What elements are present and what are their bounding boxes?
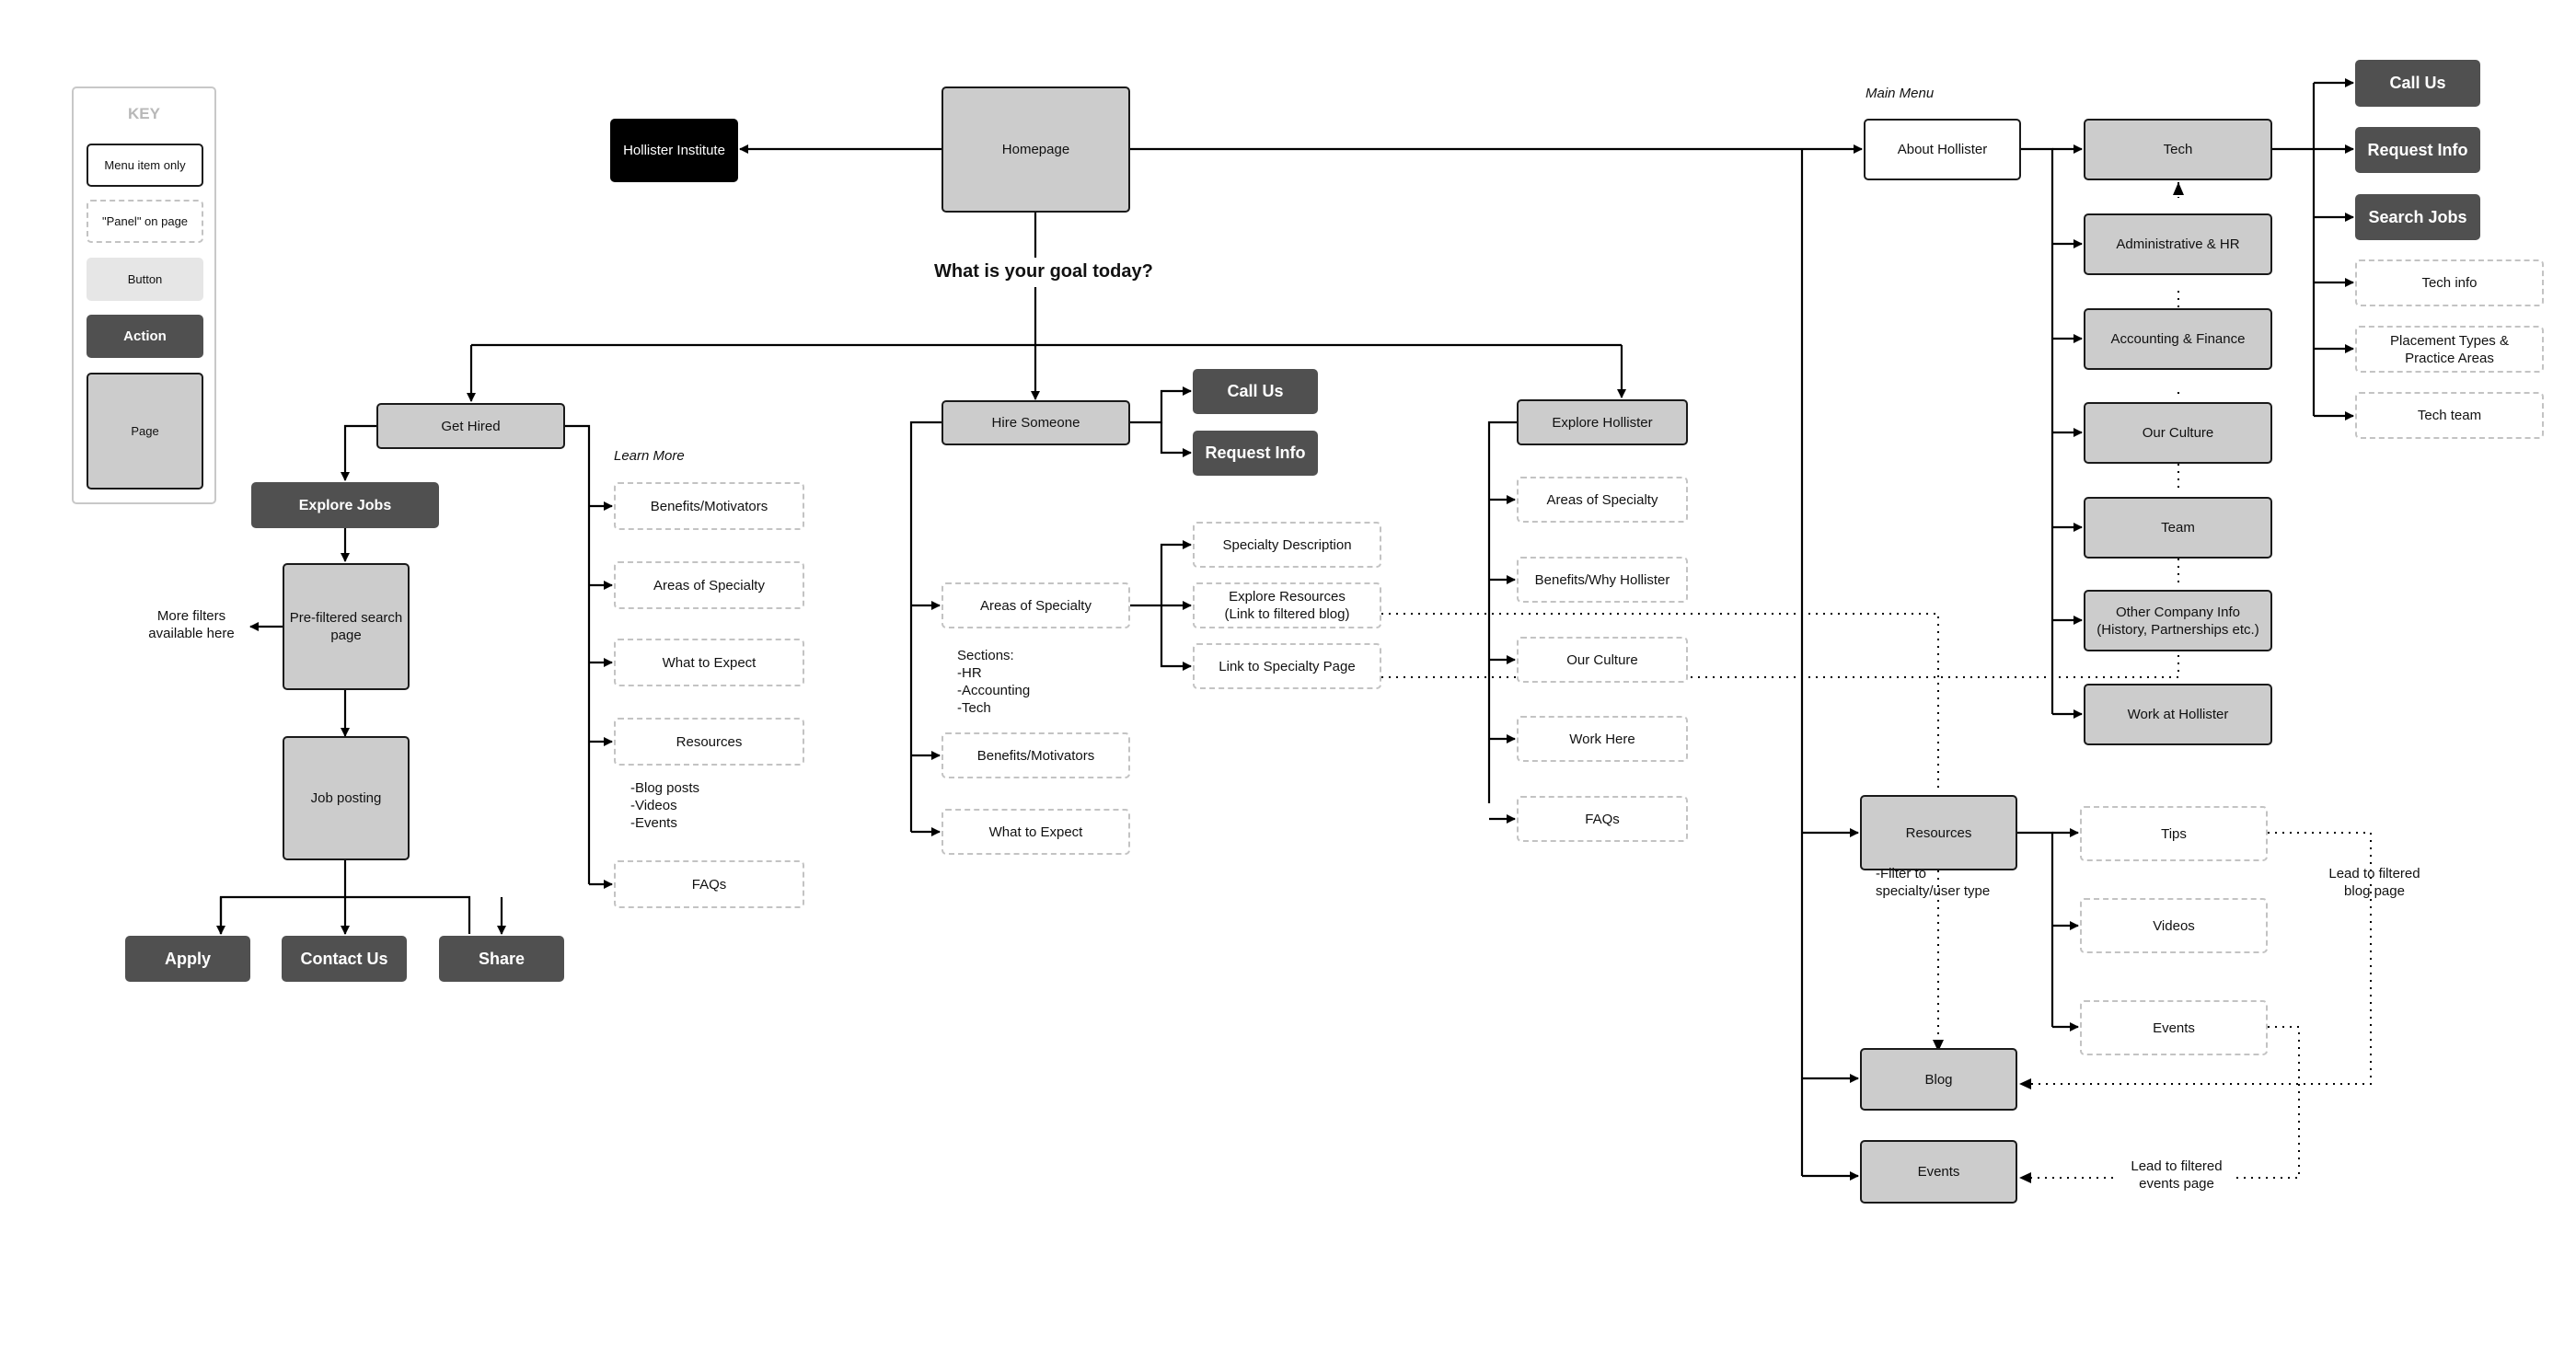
learn-more-label: Learn More [614,448,685,464]
hire-call-us-action[interactable]: Call Us [1193,369,1318,414]
legend-menu-item: Menu item only [87,144,203,187]
gethired-panel-areas[interactable]: Areas of Specialty [614,561,804,609]
tech-search-jobs-action[interactable]: Search Jobs [2355,194,2480,240]
blog-lead-note: Lead to filtered blog page [2328,866,2420,899]
legend-key: KEY Menu item only "Panel" on page Butto… [72,86,216,504]
legend-panel: "Panel" on page [87,200,203,243]
resources-panel-events[interactable]: Events [2080,1000,2268,1055]
dotted-specialty-page-to-about [1381,653,2179,678]
events-page[interactable]: Events [1860,1140,2017,1204]
explore-panel-culture[interactable]: Our Culture [1517,637,1688,683]
resources-panel-videos[interactable]: Videos [2080,898,2268,953]
prefiltered-search-page[interactable]: Pre-filtered search page [283,563,410,690]
tech-request-info-action[interactable]: Request Info [2355,127,2480,173]
specialty-description-panel[interactable]: Specialty Description [1193,522,1381,568]
goal-question: What is your goal today? [932,261,1155,282]
connector-gethired-explorejobs [341,424,376,481]
tech-placement-panel[interactable]: Placement Types & Practice Areas [2355,326,2544,373]
explore-jobs-action[interactable]: Explore Jobs [251,482,439,528]
connector-hire-panels [909,421,941,832]
tech-call-us-action[interactable]: Call Us [2355,60,2480,107]
main-menu-label: Main Menu [1866,86,1935,101]
explore-panel-work-here[interactable]: Work Here [1517,716,1688,762]
about-page-admin-hr[interactable]: Administrative & HR [2084,213,2272,275]
about-page-team[interactable]: Team [2084,497,2272,559]
get-hired-node[interactable]: Get Hired [376,403,565,449]
connector-gethired-learnmore [565,424,591,884]
share-action[interactable]: Share [439,936,564,982]
legend-page: Page [87,373,203,490]
hollister-institute-node[interactable]: Hollister Institute [610,119,738,182]
tech-info-panel[interactable]: Tech info [2355,259,2544,306]
legend-title: KEY [128,105,160,122]
about-page-tech[interactable]: Tech [2084,119,2272,180]
explore-resources-panel[interactable]: Explore Resources (Link to filtered blog… [1193,582,1381,628]
hire-panel-expect[interactable]: What to Expect [941,809,1130,855]
explore-panel-faqs[interactable]: FAQs [1517,796,1688,842]
about-page-culture[interactable]: Our Culture [2084,402,2272,464]
gethired-panel-expect[interactable]: What to Expect [614,639,804,686]
about-hollister-menu[interactable]: About Hollister [1864,119,2021,180]
about-page-work[interactable]: Work at Hollister [2084,684,2272,745]
gethired-panel-faqs[interactable]: FAQs [614,860,804,908]
connector-explore-panels [1487,421,1517,803]
resources-page[interactable]: Resources [1860,795,2017,870]
hire-panel-benefits[interactable]: Benefits/Motivators [941,732,1130,778]
hire-someone-node[interactable]: Hire Someone [941,400,1130,445]
legend-action: Action [87,315,203,358]
resources-note: -Blog posts -Videos -Events [630,780,700,831]
about-page-other-info[interactable]: Other Company Info (History, Partnership… [2084,590,2272,651]
link-specialty-page-panel[interactable]: Link to Specialty Page [1193,643,1381,689]
explore-hollister-node[interactable]: Explore Hollister [1517,399,1688,445]
legend-button: Button [87,258,203,301]
tech-team-panel[interactable]: Tech team [2355,392,2544,439]
contact-us-action[interactable]: Contact Us [282,936,407,982]
events-lead-note: Lead to filtered events page [2117,1158,2236,1192]
gethired-panel-resources[interactable]: Resources [614,718,804,766]
hire-request-info-action[interactable]: Request Info [1193,431,1318,476]
job-posting-page[interactable]: Job posting [283,736,410,860]
blog-page[interactable]: Blog [1860,1048,2017,1111]
explore-panel-areas[interactable]: Areas of Specialty [1517,477,1688,523]
more-filters-note: More filters available here [148,608,235,641]
explore-panel-benefits[interactable]: Benefits/Why Hollister [1517,557,1688,603]
sections-note: Sections: -HR -Accounting -Tech [957,648,1031,716]
hire-panel-areas[interactable]: Areas of Specialty [941,582,1130,628]
resources-panel-tips[interactable]: Tips [2080,806,2268,861]
about-page-accounting[interactable]: Accounting & Finance [2084,308,2272,370]
resources-filter-note: -Filter to specialty/user type [1876,866,1991,899]
homepage-node[interactable]: Homepage [941,86,1130,213]
gethired-panel-benefits[interactable]: Benefits/Motivators [614,482,804,530]
apply-action[interactable]: Apply [125,936,250,982]
sitemap-canvas: KEY Menu item only "Panel" on page Butto… [0,0,2576,1371]
